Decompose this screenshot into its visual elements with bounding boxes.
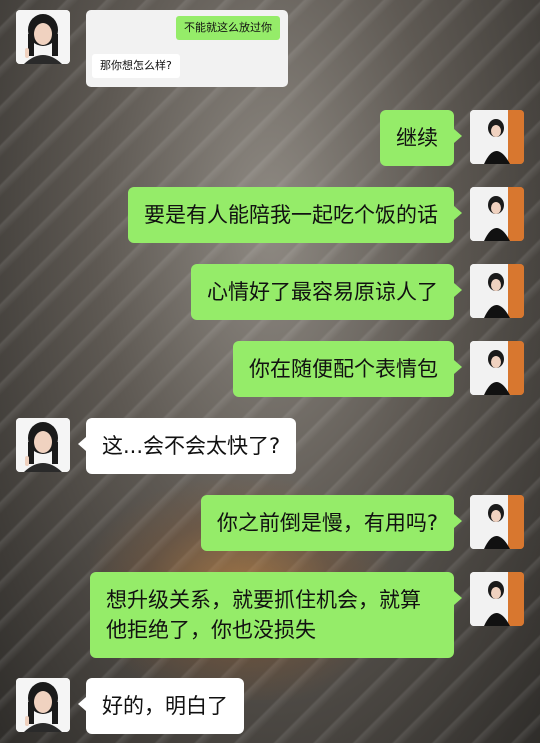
my-avatar[interactable] (470, 264, 524, 318)
contact-avatar[interactable] (16, 678, 70, 732)
message-bubble[interactable]: 继续 (380, 110, 462, 166)
my-avatar[interactable] (470, 110, 524, 164)
my-avatar[interactable] (470, 572, 524, 626)
contact-avatar[interactable] (16, 10, 70, 64)
message-bubble[interactable]: 你在随便配个表情包 (233, 341, 462, 397)
message-bubble[interactable]: 好的，明白了 (78, 678, 244, 734)
quoted-sent-message: 不能就这么放过你 (176, 16, 280, 40)
message-bubble[interactable]: 要是有人能陪我一起吃个饭的话 (128, 187, 462, 243)
quoted-received-message: 那你想怎么样? (92, 54, 180, 78)
quoted-chat-snippet: 不能就这么放过你 那你想怎么样? (86, 10, 288, 87)
contact-avatar[interactable] (16, 418, 70, 472)
message-bubble[interactable]: 这...会不会太快了? (77, 418, 297, 474)
my-avatar[interactable] (470, 187, 524, 241)
message-bubble[interactable]: 心情好了最容易原谅人了 (191, 264, 462, 320)
message-bubble[interactable]: 想升级关系，就要抓住机会，就算他拒绝了，你也没损失 (90, 572, 462, 658)
my-avatar[interactable] (470, 495, 524, 549)
message-bubble[interactable]: 你之前倒是慢，有用吗? (200, 495, 463, 551)
my-avatar[interactable] (470, 341, 524, 395)
